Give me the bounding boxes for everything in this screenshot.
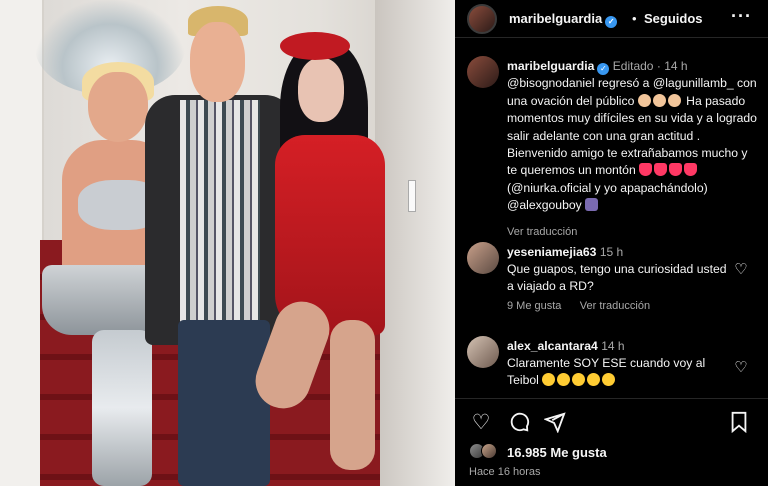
comment-username[interactable]: alex_alcantara4 [507, 339, 598, 353]
comments-scroll[interactable]: maribelguardia ✓ Editado · 14 h @bisognod… [455, 38, 768, 398]
silver-costume-skirt [42, 265, 162, 335]
time-separator: · [656, 59, 661, 73]
person-left-face [88, 72, 148, 142]
person-center-jeans [178, 320, 270, 486]
person-center-face [190, 22, 245, 102]
avatar[interactable] [467, 4, 497, 34]
like-comment-icon[interactable]: ♡ [733, 360, 749, 376]
laughing-emoji-icon [542, 373, 556, 386]
light-switch [408, 180, 416, 212]
post-header: maribelguardia ✓ • Seguidos ··· [455, 0, 768, 38]
comment-text: alex_alcantara4 14 h Claramente SOY ESE … [507, 338, 732, 389]
laughing-emoji-icon [602, 373, 616, 386]
likes-count[interactable]: 16.985 Me gusta [507, 445, 607, 460]
avatar[interactable] [481, 443, 497, 459]
caption-body: (@niurka.oficial y yo apapachándolo) @al… [507, 180, 708, 213]
avatar[interactable] [467, 242, 499, 274]
verified-badge-icon: ✓ [597, 63, 610, 75]
laughing-emoji-icon [557, 373, 571, 386]
edited-label: Editado [612, 59, 654, 73]
caption-username[interactable]: maribelguardia [507, 59, 594, 73]
post-sidebar: maribelguardia ✓ • Seguidos ··· maribelgu… [455, 0, 768, 486]
comment-username[interactable]: yeseniamejia63 [507, 245, 596, 259]
verified-badge-icon: ✓ [605, 16, 618, 28]
door-frame [0, 0, 44, 486]
comment-meta: 9 Me gusta Ver traducción [507, 300, 650, 312]
clapping-hands-icon [637, 93, 651, 107]
person-right-leg [330, 320, 375, 470]
heart-emoji-icon [654, 163, 668, 177]
heart-emoji-icon [639, 163, 653, 177]
comment-time[interactable]: 14 h [601, 339, 624, 353]
heart-emoji-icon [684, 163, 698, 177]
emoji-icon [585, 198, 599, 212]
avatar[interactable] [467, 336, 499, 368]
person-right-face [298, 58, 344, 122]
caption-time[interactable]: 14 h [664, 59, 687, 73]
red-flower-crown [280, 32, 350, 60]
caption-text: maribelguardia ✓ Editado · 14 h @bisognod… [507, 58, 757, 215]
silver-boot [92, 330, 152, 486]
header-username[interactable]: maribelguardia ✓ [509, 11, 618, 28]
see-translation-link[interactable]: Ver traducción [580, 300, 650, 312]
more-options-icon[interactable]: ··· [731, 6, 752, 27]
laughing-emoji-icon [587, 373, 601, 386]
comment-text: yeseniamejia63 15 h Que guapos, tengo un… [507, 244, 732, 295]
action-bar: ♡ 16.985 Me gusta Hace 16 horas [455, 398, 768, 486]
bookmark-icon[interactable] [727, 411, 751, 435]
comment-likes[interactable]: 9 Me gusta [507, 300, 561, 312]
comment-time[interactable]: 15 h [600, 245, 623, 259]
heart-icon[interactable]: ♡ [469, 411, 493, 435]
separator-dot: • [632, 11, 637, 26]
post-image[interactable] [0, 0, 455, 486]
comment-body: Que guapos, tengo una curiosidad usted a… [507, 262, 727, 293]
wall [375, 0, 455, 486]
like-comment-icon[interactable]: ♡ [733, 262, 749, 278]
comment-icon[interactable] [507, 411, 531, 435]
heart-emoji-icon [669, 163, 683, 177]
avatar[interactable] [467, 56, 499, 88]
clapping-hands-icon [652, 93, 666, 107]
following-button[interactable]: Seguidos [644, 11, 703, 26]
plaid-shirt [180, 100, 260, 330]
post-time[interactable]: Hace 16 horas [469, 466, 541, 478]
username-text[interactable]: maribelguardia [509, 11, 602, 26]
clapping-hands-icon [667, 93, 681, 107]
see-translation-link[interactable]: Ver traducción [507, 226, 577, 238]
share-icon[interactable] [543, 411, 567, 435]
laughing-emoji-icon [572, 373, 586, 386]
